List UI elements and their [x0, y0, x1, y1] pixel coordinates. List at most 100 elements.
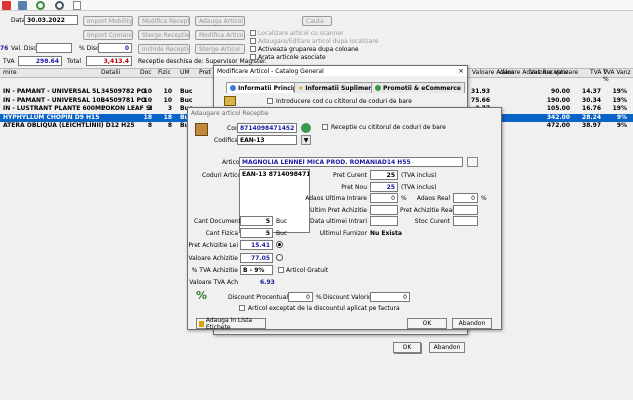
modifica-articol-button[interactable]: Modifica Articol	[195, 30, 245, 40]
opt2-checkbox[interactable]	[250, 38, 256, 44]
tva-field: 298.64	[18, 56, 62, 66]
valoare-achizitie-label: Valoare Achizitie	[188, 255, 238, 262]
col-header-vanzare[interactable]: Valoare Vanzare	[530, 69, 578, 76]
adauga-lista-label: Adauga in Lista Etichete	[205, 316, 253, 331]
close-icon[interactable]: ×	[457, 67, 465, 75]
articol-field[interactable]: MAGNOLIA LENNEI MICA PROD. ROMANIAD14 H5…	[239, 157, 463, 167]
val-disc-field[interactable]	[36, 43, 72, 53]
tva-achizitie-select[interactable]: B - 9%	[240, 265, 273, 275]
date-field[interactable]: 30.03.2022	[24, 15, 78, 25]
ultim-pret-label: Ultim Pret Achizitie	[310, 207, 367, 214]
barcode-scanner-icon	[224, 96, 236, 106]
cell-tva: 30.34	[582, 96, 601, 104]
discount-procentual-field[interactable]: 0	[288, 292, 313, 302]
modifica-ok-bottom-button[interactable]: OK	[393, 342, 421, 353]
cant-fizic-field[interactable]: 5	[240, 228, 273, 238]
modifica-ok-label: OK	[402, 344, 412, 351]
cell-name: IN - PAMANT - UNIVERSAL 5L	[3, 88, 101, 95]
cant-fizic-um: Buc	[276, 230, 288, 237]
cod-field[interactable]: 8714098471452	[237, 123, 297, 133]
ultim-pret-field	[370, 205, 398, 215]
arrow-down-icon[interactable]: ▼	[301, 135, 311, 145]
tab-label-promotii: Promotii & eCommerce	[383, 84, 461, 92]
pct-disc-field[interactable]: 0	[98, 43, 132, 53]
cant-doc-field[interactable]: 5	[240, 216, 273, 226]
discount-valoric-field[interactable]: 0	[370, 292, 410, 302]
cell-tva: 38.97	[582, 122, 601, 130]
radio-valoare[interactable]	[276, 254, 283, 261]
search-icon[interactable]	[55, 1, 64, 10]
cell-fizic: 3	[167, 105, 172, 113]
receptie-cod-bare-checkbox[interactable]	[322, 124, 328, 130]
pret-nou-label: Pret Nou	[341, 184, 367, 191]
refresh-icon[interactable]	[36, 1, 45, 10]
adaugare-title: Adaugare articol Receptie	[191, 109, 269, 117]
cell-name: HYPHYLLUM CHOPIN D9 H15	[3, 113, 100, 121]
col-header-um[interactable]: UM	[180, 69, 190, 76]
star-icon: ★	[298, 84, 304, 92]
import-mobility-button[interactable]: Import Mobility	[83, 16, 133, 26]
import-comanda-button[interactable]: Import Comanda	[83, 30, 133, 40]
tva-achizitie-label: % TVA Achizitie	[191, 267, 238, 274]
new-document-icon[interactable]	[2, 1, 11, 10]
opt1-label: Localizare articol cu scanner	[258, 30, 344, 37]
receptie-cod-bare-label: Receptie cu cititorul de coduri de bare	[331, 124, 446, 131]
pret-achizitie-lei-label: Pret Achizitie Lei	[188, 242, 238, 249]
articol-gratuit-checkbox[interactable]	[278, 267, 284, 273]
cell-vanzare: 472.00	[546, 122, 570, 130]
intro-cod-label: Introducere cod cu cititorul de coduri d…	[276, 98, 412, 105]
cauta-button[interactable]: Cauta	[302, 16, 332, 26]
cell-tva-pct: 9%	[616, 122, 627, 130]
col-header-name[interactable]: mire	[3, 69, 17, 76]
tab-promotii[interactable]: Promotii & eCommerce	[371, 82, 465, 93]
pret-nou-field[interactable]: 25	[370, 182, 398, 192]
pret-achizitie-lei-field[interactable]: 15.41	[240, 240, 273, 250]
adaugare-abandon-button[interactable]: Abandon	[452, 318, 492, 329]
cell-vanzare: 190.00	[546, 96, 570, 104]
cell-vanzare: 105.00	[546, 105, 570, 113]
browse-articol-icon[interactable]	[467, 157, 478, 167]
globe-icon	[375, 85, 381, 91]
save-icon[interactable]	[18, 1, 27, 10]
val-disc-label: Val. Disc.	[11, 45, 39, 52]
sterge-receptie-button[interactable]: Sterge Receptie	[138, 30, 190, 40]
ultimul-furnizor-value: Nu Exista	[370, 230, 402, 237]
adaos-real-field: 0	[453, 193, 478, 203]
codificare-field[interactable]: EAN-13	[237, 135, 297, 145]
radio-pret[interactable]	[276, 241, 283, 248]
adaugare-titlebar: Adaugare articol Receptie	[188, 108, 501, 118]
data-ultimei-field	[370, 216, 398, 226]
col-header-fizic[interactable]: Fizic	[158, 69, 171, 76]
modifica-titlebar: Modificare Articol - Catalog General	[214, 66, 467, 76]
cell-tva-pct: 19%	[612, 88, 627, 95]
adaos-ultima-pct: %	[401, 195, 407, 202]
label-tag-icon	[199, 320, 204, 327]
opt3-checkbox[interactable]	[250, 46, 256, 52]
pret-curent-tva: (TVA inclus)	[401, 172, 437, 179]
modifica-abandon-button[interactable]: Abandon	[429, 342, 465, 353]
col-header-detalii[interactable]: Detalii	[101, 69, 120, 76]
sterge-articol-button[interactable]: Sterge Articol	[195, 44, 245, 54]
cell-fizic: 8	[167, 122, 172, 130]
intro-cod-checkbox[interactable]	[267, 98, 273, 104]
adaugare-ok-button[interactable]: OK	[407, 318, 447, 329]
adauga-lista-button[interactable]: Adauga in Lista Etichete	[196, 316, 266, 331]
valoare-achizitie-field[interactable]: 77.05	[240, 253, 273, 263]
adaugare-abandon-label: Abandon	[458, 320, 486, 327]
refresh-code-icon[interactable]	[301, 123, 311, 133]
pret-curent-label: Pret Curent	[333, 172, 367, 179]
page-icon[interactable]	[73, 1, 81, 10]
opt1-checkbox[interactable]	[250, 30, 256, 36]
modifica-receptie-button[interactable]: Modifica Receptie	[138, 16, 190, 26]
col-header-tva-pct[interactable]: TVA Vanz %	[603, 69, 633, 83]
cell-tva: 28.24	[582, 113, 601, 121]
coduri-label: Coduri Articol	[202, 172, 243, 179]
inchide-receptie-button[interactable]: Inchide Receptie	[138, 44, 190, 54]
cell-tva: 16.76	[582, 105, 601, 113]
opt4-checkbox[interactable]	[250, 54, 256, 60]
cell-code: 34509782 PO	[101, 88, 146, 95]
adauga-articol-button[interactable]: Adauga Articol	[195, 16, 245, 26]
articol-exceptat-checkbox[interactable]	[239, 305, 245, 311]
col-header-pret[interactable]: Pret	[199, 69, 211, 76]
col-header-doc[interactable]: Doc	[140, 69, 152, 76]
